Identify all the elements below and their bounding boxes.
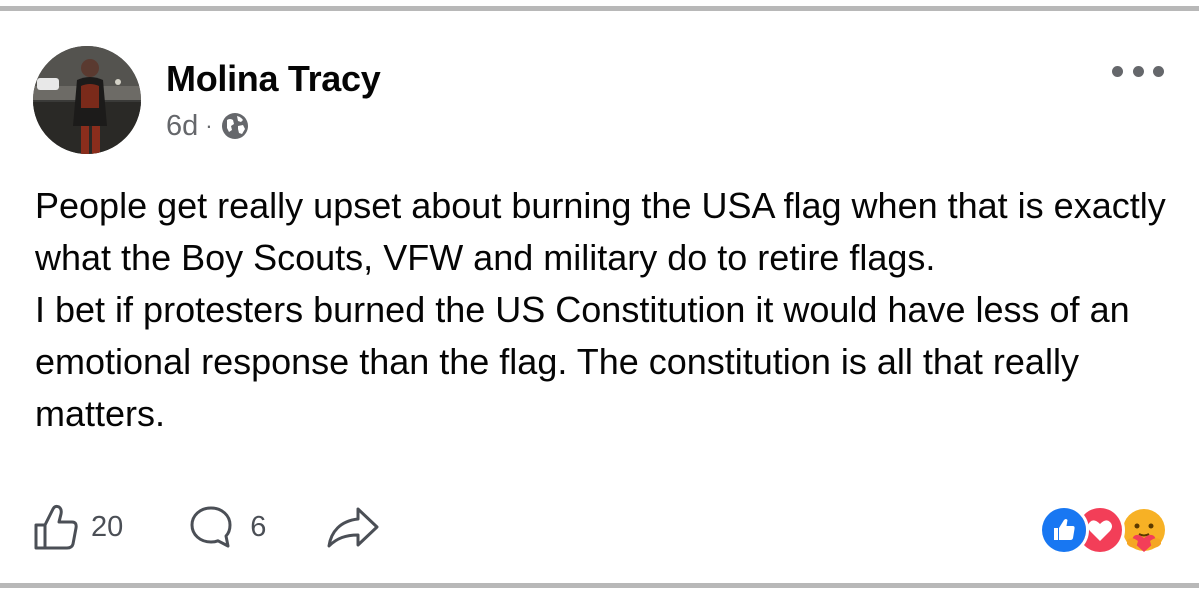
action-bar: 20 6: [33, 503, 380, 551]
post-time[interactable]: 6d: [166, 110, 198, 143]
meta-separator: ·: [205, 113, 213, 138]
more-options-icon[interactable]: [1112, 66, 1164, 80]
comment-count: 6: [250, 510, 267, 543]
comment-button[interactable]: 6: [188, 504, 266, 550]
like-reaction-icon: [1039, 505, 1089, 555]
more-dot: [1132, 66, 1144, 77]
post-paragraph: I bet if protesters burned the US Consti…: [35, 289, 1130, 434]
thumbs-up-icon: [34, 504, 78, 550]
globe-icon: [221, 113, 248, 139]
post-text: People get really upset about burning th…: [35, 180, 1175, 440]
share-button[interactable]: [326, 505, 380, 549]
reactions-summary[interactable]: [1039, 505, 1169, 555]
comment-bubble-icon: [190, 506, 232, 548]
like-count: 20: [91, 510, 124, 543]
share-arrow-icon: [327, 507, 379, 548]
care-reaction-icon: [1119, 505, 1169, 555]
top-divider: [0, 6, 1199, 11]
more-dot: [1112, 66, 1123, 77]
author-name[interactable]: Molina Tracy: [166, 58, 381, 100]
like-button[interactable]: 20: [33, 503, 123, 551]
bottom-divider: [0, 583, 1199, 588]
post-meta: 6d ·: [166, 110, 249, 142]
more-dot: [1153, 66, 1164, 77]
post-paragraph: People get really upset about burning th…: [35, 185, 1166, 278]
avatar[interactable]: [33, 46, 141, 154]
avatar-photo: [33, 46, 141, 154]
